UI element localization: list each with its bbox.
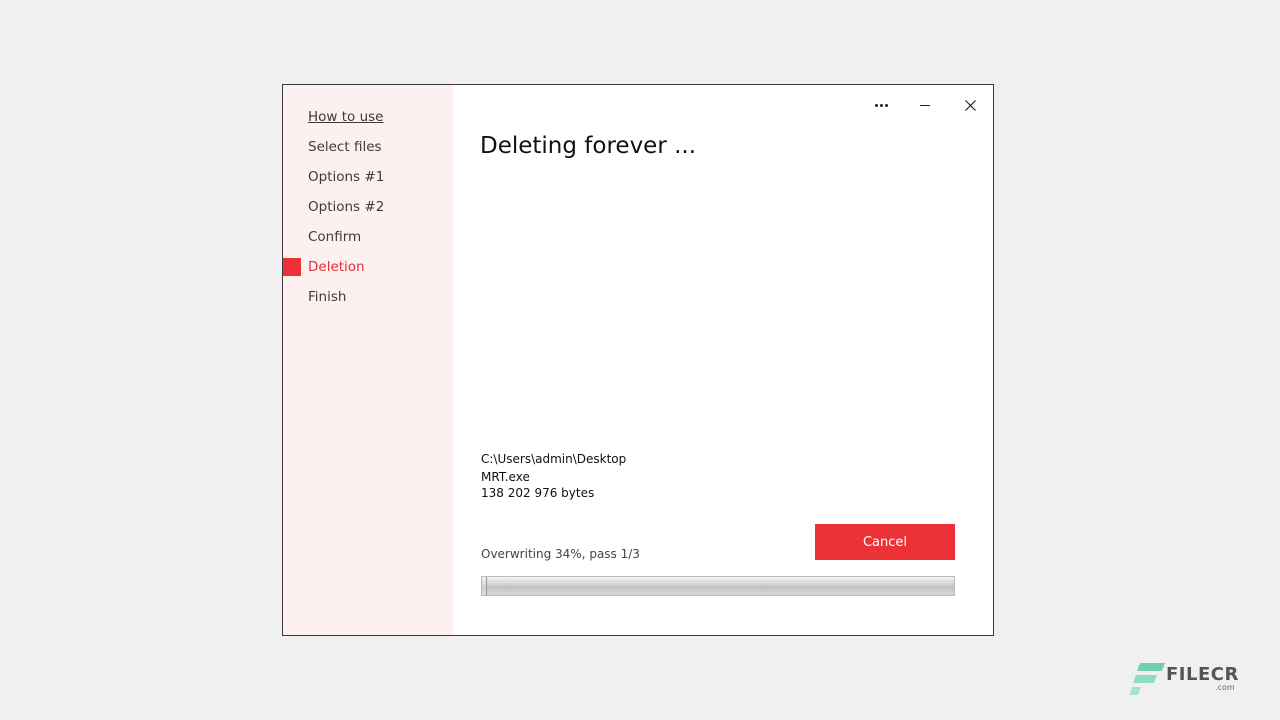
progress-fill xyxy=(482,577,487,595)
more-dots-icon xyxy=(874,103,888,107)
sidebar-item-select-files: Select files xyxy=(308,139,382,155)
close-icon xyxy=(964,99,976,111)
file-size: 138 202 976 bytes xyxy=(481,486,595,500)
close-button[interactable] xyxy=(957,94,983,116)
progress-status: Overwriting 34%, pass 1/3 xyxy=(481,547,640,561)
more-options-button[interactable] xyxy=(868,94,894,116)
minimize-icon xyxy=(920,104,930,106)
progress-bar xyxy=(481,576,955,596)
file-name: MRT.exe xyxy=(481,470,530,484)
watermark: FILECR .com xyxy=(1130,660,1240,698)
file-path: C:\Users\admin\Desktop xyxy=(481,452,627,466)
sidebar-item-how-to-use[interactable]: How to use xyxy=(308,108,383,126)
sidebar-item-options-1: Options #1 xyxy=(308,169,385,185)
active-step-marker xyxy=(283,258,301,276)
sidebar-item-confirm: Confirm xyxy=(308,229,362,245)
sidebar: How to use Select files Options #1 Optio… xyxy=(283,85,453,635)
app-window: How to use Select files Options #1 Optio… xyxy=(282,84,994,636)
sidebar-item-finish: Finish xyxy=(308,289,347,305)
page-title: Deleting forever ... xyxy=(480,133,697,159)
sidebar-item-deletion: Deletion xyxy=(308,259,365,275)
main-panel: Deleting forever ... C:\Users\admin\Desk… xyxy=(453,85,993,635)
minimize-button[interactable] xyxy=(912,94,938,116)
cancel-button[interactable]: Cancel xyxy=(815,524,955,560)
filecr-logo-icon xyxy=(1130,663,1165,695)
sidebar-item-options-2: Options #2 xyxy=(308,199,385,215)
watermark-brand: FILECR xyxy=(1166,664,1239,685)
watermark-suffix: .com xyxy=(1215,683,1235,692)
